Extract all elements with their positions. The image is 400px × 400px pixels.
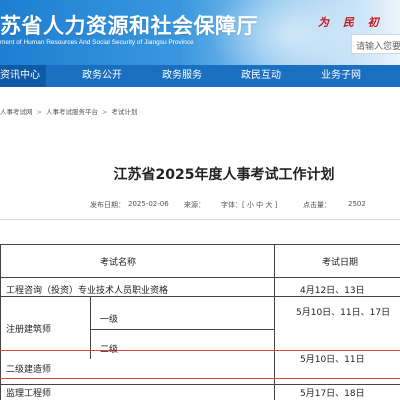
table-cell-exam-name: 注册建筑师 xyxy=(6,325,52,335)
breadcrumb-separator: > xyxy=(36,108,42,116)
table-cell-exam-date: 5月10日、11日 xyxy=(300,355,365,365)
site-subtitle: ment of Human Resources And Social Secur… xyxy=(0,39,194,46)
nav-item-news-center[interactable]: 资讯中心 xyxy=(0,65,46,87)
breadcrumb-item[interactable]: 人事考试服务平台 xyxy=(46,106,98,116)
table-border xyxy=(0,277,400,278)
source-label: 来源： xyxy=(184,201,205,209)
annotation-line xyxy=(0,350,400,351)
table-cell-exam-name: 工程咨询（投资）专业技术人员职业资格 xyxy=(6,286,169,296)
calligraphy-slogan: 为 民 初 xyxy=(318,16,384,29)
table-cell-exam-level: 一级 xyxy=(100,315,119,325)
nav-item-government-services[interactable]: 政务服务 xyxy=(162,65,202,87)
nav-item-government-affairs[interactable]: 政务公开 xyxy=(82,65,122,87)
table-border xyxy=(0,384,400,385)
publish-date: 2025-02-06 xyxy=(128,200,169,208)
nav-item-public-interaction[interactable]: 政民互动 xyxy=(241,65,281,87)
breadcrumb-separator: > xyxy=(101,108,108,116)
column-header-exam-name: 考试名称 xyxy=(100,258,137,268)
page-title: 江苏省2025年度人事考试工作计划 xyxy=(113,167,335,183)
site-title[interactable]: 苏省人力资源和社会保障厅 xyxy=(0,10,258,40)
exam-schedule-table: 考试名称 考试日期 工程咨询（投资）专业技术人员职业资格 4月12日、13日 注… xyxy=(0,244,400,400)
font-size-switcher[interactable]: 字体：[ 小 中 大 ] xyxy=(221,200,277,210)
annotation-line xyxy=(0,378,400,379)
breadcrumb: 人事考试网 > 人事考试服务平台 > 考试计划 xyxy=(0,106,137,120)
search-input[interactable]: 请输入您要 xyxy=(351,34,400,54)
breadcrumb-item[interactable]: 人事考试网 xyxy=(0,106,33,116)
nav-item-business-subsites[interactable]: 业务子网 xyxy=(321,65,361,87)
table-cell-exam-date: 5月10日、11日、17日 xyxy=(296,308,391,318)
table-border xyxy=(90,329,274,330)
table-cell-exam-date: 4月12日、13日 xyxy=(300,286,365,296)
table-cell-exam-level: 二级 xyxy=(100,345,119,355)
main-nav: 资讯中心 政务公开 政务服务 政民互动 业务子网 xyxy=(0,65,400,87)
table-cell-exam-name: 监理工程师 xyxy=(6,389,52,399)
table-border xyxy=(274,244,275,400)
hits-label: 点击量： xyxy=(303,201,331,209)
divider xyxy=(0,219,400,220)
table-border xyxy=(0,244,400,245)
site-header: 苏省人力资源和社会保障厅 ment of Human Resources And… xyxy=(0,0,400,65)
hits-count: 2502 xyxy=(348,200,366,208)
column-header-exam-date: 考试日期 xyxy=(322,258,359,268)
article-meta: 发布日期： 2025-02-06 来源： 字体：[ 小 中 大 ] 点击量： 2… xyxy=(0,200,400,212)
table-cell-exam-name: 二级建造师 xyxy=(6,365,52,375)
breadcrumb-item[interactable]: 考试计划 xyxy=(111,106,137,116)
table-cell-exam-date: 5月17日、18日 xyxy=(300,389,365,399)
table-border xyxy=(0,296,400,297)
table-border xyxy=(0,244,1,400)
publish-label: 发布日期： xyxy=(90,201,125,209)
